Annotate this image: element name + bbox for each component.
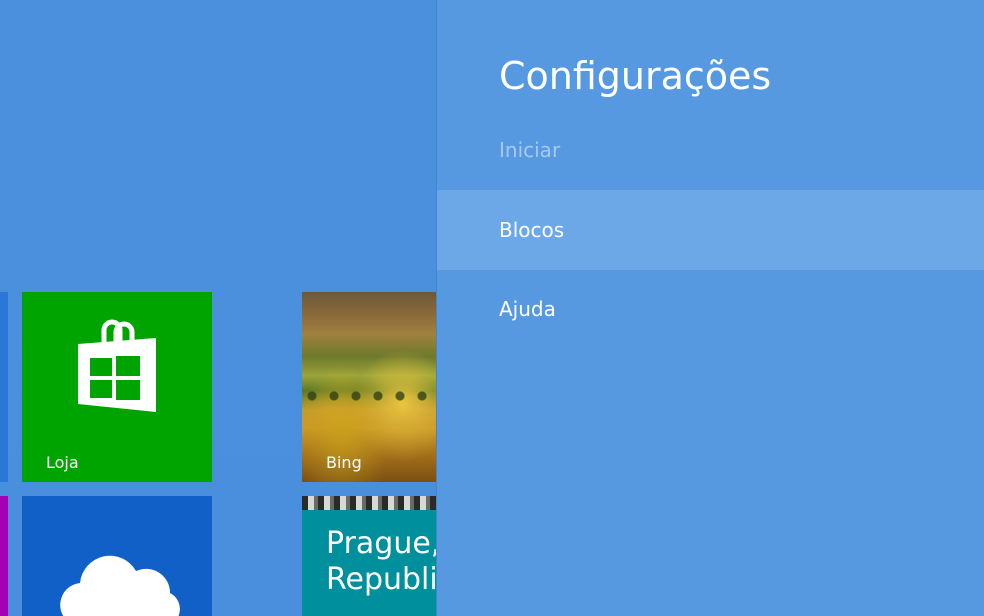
- tile-partial-purple[interactable]: [0, 496, 8, 616]
- tile-bing-label: Bing: [326, 453, 362, 472]
- travel-line-2: Republi: [326, 562, 436, 597]
- panel-title: Configurações: [499, 54, 772, 98]
- travel-image-strip: [302, 496, 436, 510]
- cloud-icon: [60, 555, 180, 616]
- panel-subtitle: Iniciar: [499, 138, 561, 162]
- tile-partial-blue[interactable]: [0, 292, 8, 482]
- tile-travel[interactable]: Prague, Republi: [302, 496, 436, 616]
- travel-line-1: Prague,: [326, 526, 436, 561]
- start-screen: Loja Bing Prague, Republi: [0, 0, 436, 616]
- settings-item-ajuda[interactable]: Ajuda: [437, 269, 984, 349]
- settings-item-label: Blocos: [499, 218, 565, 242]
- settings-item-blocos[interactable]: Blocos: [437, 190, 984, 270]
- tile-store[interactable]: Loja: [22, 292, 212, 482]
- tile-onedrive[interactable]: [22, 496, 212, 616]
- landscape-trees: [302, 390, 436, 402]
- travel-tile-text: Prague, Republi: [326, 526, 436, 598]
- tile-store-label: Loja: [46, 453, 79, 472]
- settings-item-label: Ajuda: [499, 297, 556, 321]
- settings-charm-panel: Configurações Iniciar Blocos Ajuda: [436, 0, 984, 616]
- tile-bing[interactable]: Bing: [302, 292, 436, 482]
- store-bag-icon: [78, 319, 156, 412]
